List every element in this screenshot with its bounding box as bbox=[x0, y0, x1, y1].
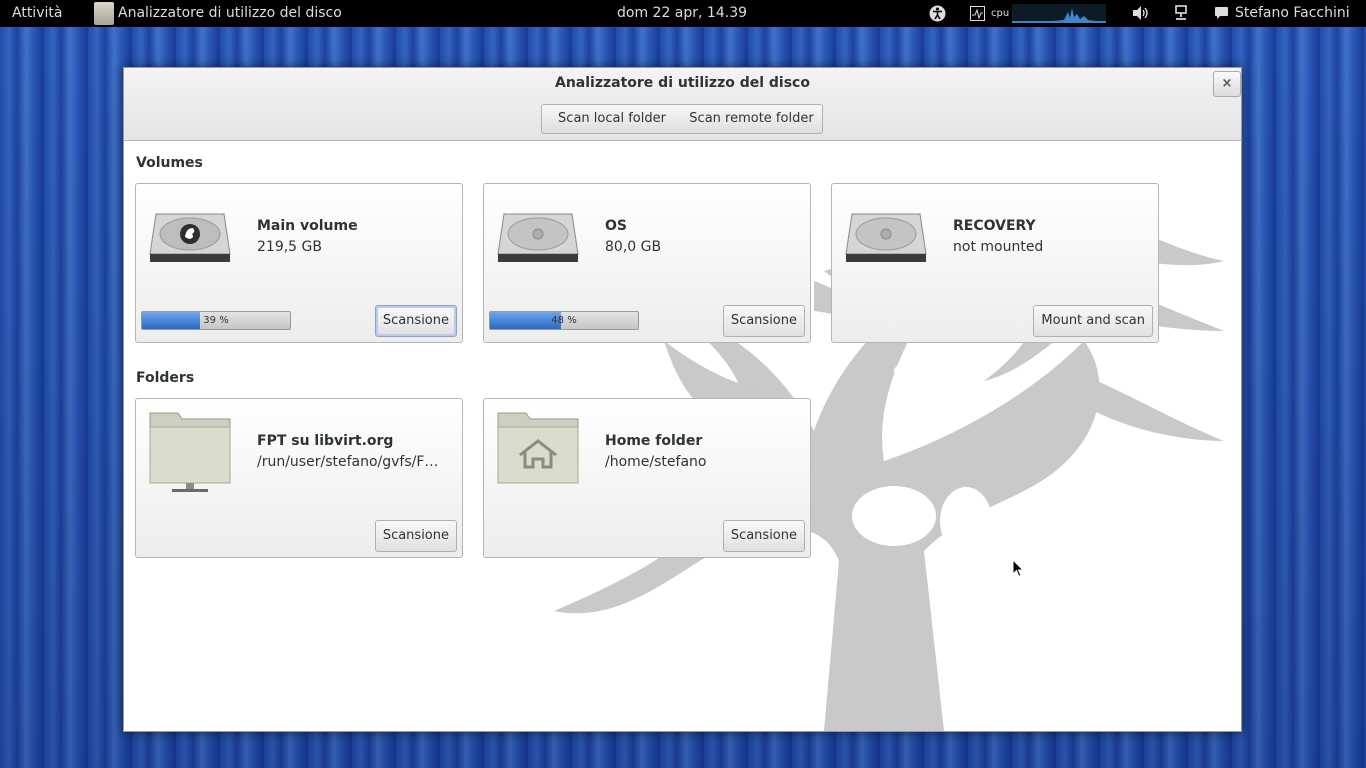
scan-button[interactable]: Scansione bbox=[722, 305, 805, 337]
baobab-window: Analizzatore di utilizzo del disco × Sca… bbox=[123, 67, 1242, 732]
volume-icon[interactable] bbox=[1132, 0, 1150, 27]
usage-label: 48 % bbox=[551, 315, 577, 326]
app-menu-icon[interactable] bbox=[94, 2, 114, 25]
harddisk-gnome-icon bbox=[148, 206, 232, 266]
harddisk-icon bbox=[844, 206, 928, 266]
main-content: Volumes Main volume 219,5 GB 39 % Scansi… bbox=[124, 141, 1241, 731]
mouse-cursor-icon bbox=[1012, 558, 1025, 582]
folder-name: Home folder bbox=[605, 433, 703, 449]
accessibility-icon[interactable] bbox=[929, 0, 946, 27]
volume-card-os[interactable]: OS 80,0 GB 48 % Scansione bbox=[483, 183, 811, 343]
volumes-heading: Volumes bbox=[136, 155, 203, 171]
volume-name: OS bbox=[605, 218, 627, 234]
folder-card-remote[interactable]: FPT su libvirt.org /run/user/stefano/gvf… bbox=[135, 398, 463, 558]
scan-remote-folder-button[interactable]: Scan remote folder bbox=[681, 104, 823, 134]
volume-size: 80,0 GB bbox=[605, 239, 662, 255]
volume-size: 219,5 GB bbox=[257, 239, 322, 255]
volume-status: not mounted bbox=[953, 239, 1044, 255]
cpu-graph[interactable] bbox=[1012, 4, 1106, 23]
top-panel: Attività Analizzatore di utilizzo del di… bbox=[0, 0, 1366, 27]
volume-name: RECOVERY bbox=[953, 218, 1036, 234]
mount-and-scan-button[interactable]: Mount and scan bbox=[1033, 305, 1153, 337]
scan-button[interactable]: Scansione bbox=[374, 520, 457, 552]
scan-local-folder-button[interactable]: Scan local folder bbox=[541, 104, 683, 134]
network-icon[interactable] bbox=[1174, 0, 1188, 27]
system-monitor-icon[interactable] bbox=[970, 0, 985, 27]
window-title: Analizzatore di utilizzo del disco bbox=[555, 75, 810, 91]
clock[interactable]: dom 22 apr, 14.39 bbox=[617, 0, 747, 27]
folders-heading: Folders bbox=[136, 370, 195, 386]
window-header: Analizzatore di utilizzo del disco × Sca… bbox=[124, 68, 1241, 141]
volume-card-main[interactable]: Main volume 219,5 GB 39 % Scansione bbox=[135, 183, 463, 343]
cpu-label: cpu bbox=[991, 8, 1010, 19]
close-button[interactable]: × bbox=[1213, 71, 1241, 97]
activities-button[interactable]: Attività bbox=[12, 0, 62, 27]
folder-path: /run/user/stefano/gvfs/F… bbox=[257, 454, 439, 470]
scan-button[interactable]: Scansione bbox=[722, 520, 805, 552]
usage-label: 39 % bbox=[203, 315, 229, 326]
user-menu[interactable]: Stefano Facchini bbox=[1235, 0, 1350, 27]
home-folder-icon bbox=[496, 409, 580, 493]
chat-status-icon[interactable] bbox=[1214, 0, 1229, 27]
folder-card-home[interactable]: Home folder /home/stefano Scansione bbox=[483, 398, 811, 558]
usage-bar: 48 % bbox=[489, 311, 639, 330]
network-folder-icon bbox=[148, 409, 232, 493]
volume-card-recovery[interactable]: RECOVERY not mounted Mount and scan bbox=[831, 183, 1159, 343]
scan-button[interactable]: Scansione bbox=[374, 305, 457, 337]
folder-name: FPT su libvirt.org bbox=[257, 433, 394, 449]
harddisk-icon bbox=[496, 206, 580, 266]
volume-name: Main volume bbox=[257, 218, 358, 234]
folder-path: /home/stefano bbox=[605, 454, 707, 470]
usage-bar: 39 % bbox=[141, 311, 291, 330]
app-menu[interactable]: Analizzatore di utilizzo del disco bbox=[118, 0, 342, 27]
